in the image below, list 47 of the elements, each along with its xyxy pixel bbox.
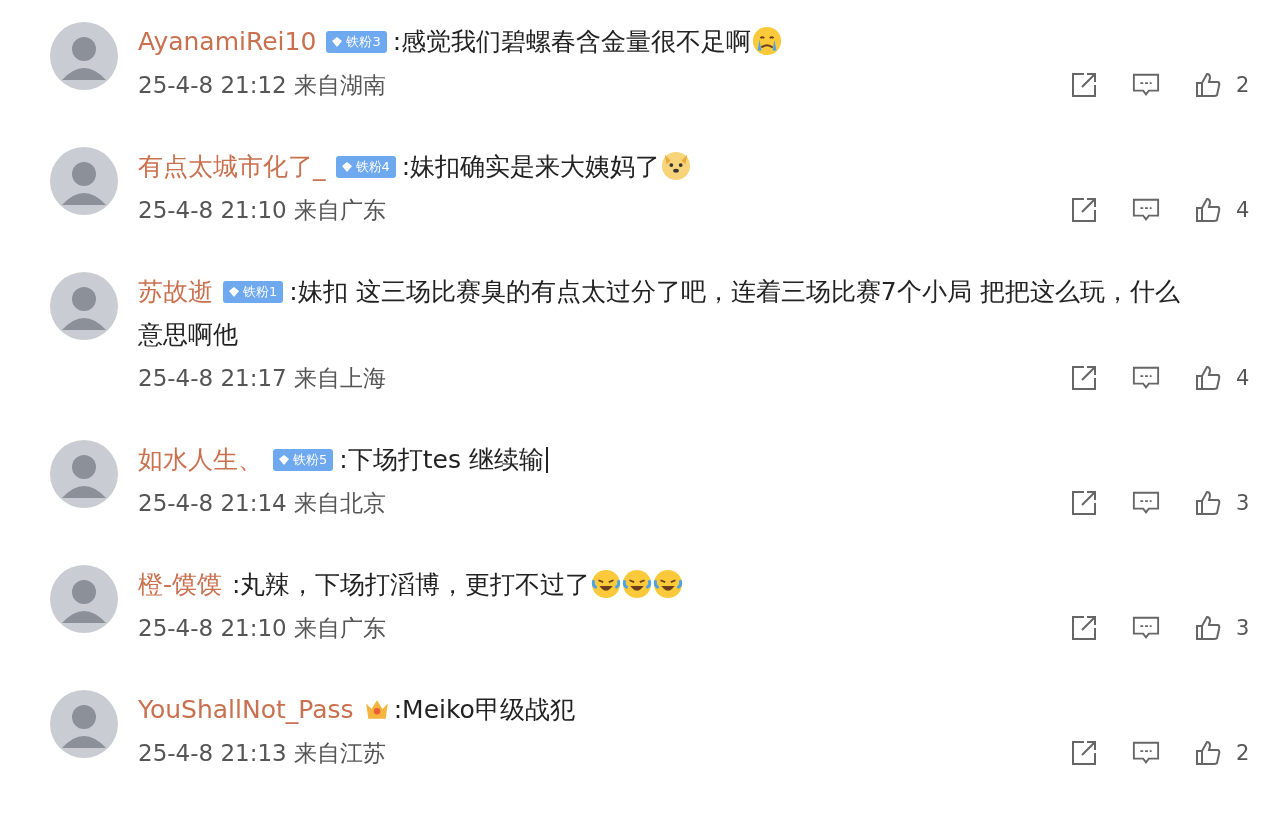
share-icon[interactable] bbox=[1070, 739, 1098, 767]
comment-text: :感觉我们碧螺春含金量很不足啊 bbox=[392, 27, 752, 56]
avatar-icon[interactable] bbox=[50, 440, 118, 508]
thumbs-up-icon bbox=[1194, 739, 1222, 767]
comment-time: 25-4-8 21:12 来自湖南 bbox=[138, 70, 387, 100]
username-link[interactable]: 橙-馍馍 bbox=[138, 570, 223, 599]
avatar-icon[interactable] bbox=[50, 565, 118, 633]
thumbs-up-icon bbox=[1194, 196, 1222, 224]
share-icon[interactable] bbox=[1070, 196, 1098, 224]
like-button[interactable]: 2 bbox=[1194, 71, 1250, 99]
comment-time: 25-4-8 21:10 来自广东 bbox=[138, 195, 387, 225]
comment-text: :下场打tes 继续输 bbox=[339, 445, 548, 474]
like-button[interactable]: 3 bbox=[1194, 614, 1250, 642]
comment-text: :Meiko甲级战犯 bbox=[393, 695, 575, 724]
thumbs-up-icon bbox=[1194, 71, 1222, 99]
thumbs-up-icon bbox=[1194, 614, 1222, 642]
comment-time: 25-4-8 21:17 来自上海 bbox=[138, 363, 387, 393]
fan-level-badge: 铁粉5 bbox=[273, 449, 334, 471]
avatar-icon[interactable] bbox=[50, 272, 118, 340]
comment-time: 25-4-8 21:10 来自广东 bbox=[138, 613, 387, 643]
username-link[interactable]: 有点太城市化了_ bbox=[138, 152, 326, 181]
thumbs-up-icon bbox=[1194, 489, 1222, 517]
username-link[interactable]: 苏故逝 bbox=[138, 277, 213, 306]
comment-text: :妹扣确实是来大姨妈了 bbox=[401, 152, 661, 181]
username-link[interactable]: 如水人生、 bbox=[138, 445, 263, 474]
comment-time: 25-4-8 21:14 来自北京 bbox=[138, 488, 387, 518]
avatar-icon[interactable] bbox=[50, 690, 118, 758]
fan-level-badge: 铁粉4 bbox=[335, 156, 396, 178]
avatar-icon[interactable] bbox=[50, 147, 118, 215]
like-button[interactable]: 4 bbox=[1194, 364, 1250, 392]
thumbs-up-icon bbox=[1194, 364, 1222, 392]
comment-time: 25-4-8 21:13 来自江苏 bbox=[138, 738, 387, 768]
fan-level-badge: 铁粉1 bbox=[223, 281, 284, 303]
comment-text: :妹扣 这三场比赛臭的有点太过分了吧，连着三场比赛7个小局 把把这么玩，什么 bbox=[289, 277, 1180, 306]
comment-text: 意思啊他 bbox=[138, 320, 238, 349]
share-icon[interactable] bbox=[1070, 614, 1098, 642]
like-button[interactable]: 2 bbox=[1194, 739, 1250, 767]
share-icon[interactable] bbox=[1070, 364, 1098, 392]
share-icon[interactable] bbox=[1070, 71, 1098, 99]
like-button[interactable]: 4 bbox=[1194, 196, 1250, 224]
avatar-icon[interactable] bbox=[50, 22, 118, 90]
username-link[interactable]: YouShallNot_Pass bbox=[138, 695, 354, 724]
share-icon[interactable] bbox=[1070, 489, 1098, 517]
comment-text: :丸辣，下场打滔博，更打不过了 bbox=[232, 570, 591, 599]
like-button[interactable]: 3 bbox=[1194, 489, 1250, 517]
username-link[interactable]: AyanamiRei10 bbox=[138, 27, 317, 56]
fan-level-badge: 铁粉3 bbox=[326, 31, 387, 53]
